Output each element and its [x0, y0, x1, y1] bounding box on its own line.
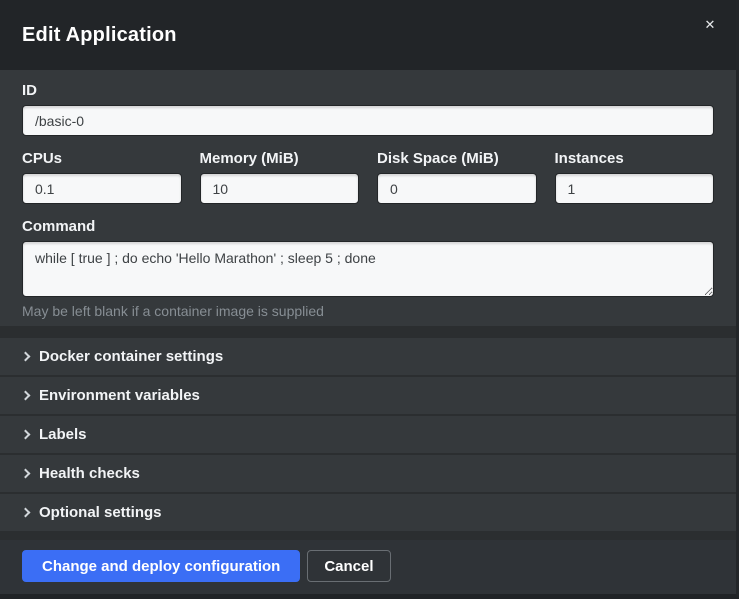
cpus-label: CPUs: [22, 150, 182, 167]
section-labels[interactable]: Labels: [0, 416, 736, 453]
modal-footer: Change and deploy configuration Cancel: [0, 540, 736, 594]
resources-row: CPUs Memory (MiB) Disk Space (MiB) Insta…: [22, 150, 714, 204]
section-label: Health checks: [39, 465, 140, 482]
memory-label: Memory (MiB): [200, 150, 360, 167]
field-cpus: CPUs: [22, 150, 182, 204]
chevron-right-icon: [21, 508, 31, 518]
section-label: Labels: [39, 426, 87, 443]
close-icon[interactable]: ✕: [699, 14, 721, 36]
instances-label: Instances: [555, 150, 715, 167]
chevron-right-icon: [21, 352, 31, 362]
id-input[interactable]: [22, 105, 714, 136]
change-and-deploy-button[interactable]: Change and deploy configuration: [22, 550, 300, 582]
section-label: Docker container settings: [39, 348, 223, 365]
edit-application-modal: Edit Application ✕ ID CPUs Memory (MiB) …: [0, 0, 739, 599]
instances-input[interactable]: [555, 173, 715, 204]
chevron-right-icon: [21, 391, 31, 401]
command-label: Command: [22, 218, 714, 235]
cpus-input[interactable]: [22, 173, 182, 204]
chevron-right-icon: [21, 469, 31, 479]
field-command: Command while [ true ] ; do echo 'Hello …: [22, 218, 714, 320]
chevron-right-icon: [21, 430, 31, 440]
command-textarea[interactable]: while [ true ] ; do echo 'Hello Marathon…: [22, 241, 714, 297]
field-id: ID: [22, 82, 714, 136]
cancel-button[interactable]: Cancel: [307, 550, 390, 582]
section-environment-variables[interactable]: Environment variables: [0, 377, 736, 414]
accordion-sections: Docker container settings Environment va…: [0, 338, 736, 533]
modal-header: Edit Application ✕: [0, 0, 736, 70]
disk-input[interactable]: [377, 173, 537, 204]
application-form: ID CPUs Memory (MiB) Disk Space (MiB) In…: [0, 70, 736, 326]
command-help-text: May be left blank if a container image i…: [22, 303, 714, 320]
section-label: Environment variables: [39, 387, 200, 404]
field-disk: Disk Space (MiB): [377, 150, 537, 204]
disk-label: Disk Space (MiB): [377, 150, 537, 167]
section-label: Optional settings: [39, 504, 162, 521]
memory-input[interactable]: [200, 173, 360, 204]
field-memory: Memory (MiB): [200, 150, 360, 204]
id-label: ID: [22, 82, 714, 99]
section-optional-settings[interactable]: Optional settings: [0, 494, 736, 531]
section-health-checks[interactable]: Health checks: [0, 455, 736, 492]
section-docker-container-settings[interactable]: Docker container settings: [0, 338, 736, 375]
field-instances: Instances: [555, 150, 715, 204]
page-title: Edit Application: [22, 24, 177, 47]
